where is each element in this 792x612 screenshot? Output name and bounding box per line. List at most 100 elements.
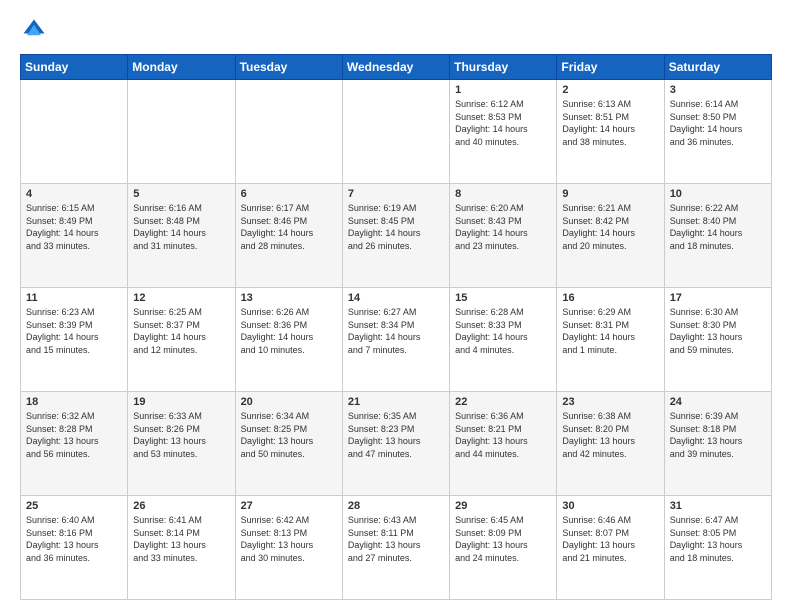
- calendar-cell: 6 Sunrise: 6:17 AM Sunset: 8:46 PM Daylig…: [235, 184, 342, 288]
- day-number: 6: [241, 188, 337, 200]
- day-number: 24: [670, 396, 766, 408]
- day-number: 20: [241, 396, 337, 408]
- calendar-table: SundayMondayTuesdayWednesdayThursdayFrid…: [20, 54, 772, 600]
- calendar-cell: 11Sunrise: 6:23 AM Sunset: 8:39 PM Dayli…: [21, 288, 128, 392]
- calendar-row: 1 Sunrise: 6:12 AM Sunset: 8:53 PM Daylig…: [21, 80, 772, 184]
- day-info: Sunrise: 6:12 AM Sunset: 8:53 PM Dayligh…: [455, 98, 551, 148]
- day-number: 16: [562, 292, 658, 304]
- day-info: Sunrise: 6:30 AM Sunset: 8:30 PM Dayligh…: [670, 306, 766, 356]
- day-number: 5: [133, 188, 229, 200]
- day-number: 9: [562, 188, 658, 200]
- calendar-cell: 8Sunrise: 6:20 AM Sunset: 8:43 PM Daylig…: [450, 184, 557, 288]
- day-info: Sunrise: 6:22 AM Sunset: 8:40 PM Dayligh…: [670, 202, 766, 252]
- day-info: Sunrise: 6:19 AM Sunset: 8:45 PM Dayligh…: [348, 202, 444, 252]
- day-number: 23: [562, 396, 658, 408]
- day-number: 14: [348, 292, 444, 304]
- weekday-header: Wednesday: [342, 55, 449, 80]
- calendar-row: 25 Sunrise: 6:40 AM Sunset: 8:16 PM Dayli…: [21, 496, 772, 600]
- day-number: 10: [670, 188, 766, 200]
- day-info: Sunrise: 6:17 AM Sunset: 8:46 PM Dayligh…: [241, 202, 337, 252]
- day-info: Sunrise: 6:26 AM Sunset: 8:36 PM Dayligh…: [241, 306, 337, 356]
- calendar-cell: 9 Sunrise: 6:21 AM Sunset: 8:42 PM Daylig…: [557, 184, 664, 288]
- day-info: Sunrise: 6:32 AM Sunset: 8:28 PM Dayligh…: [26, 410, 122, 460]
- calendar-cell: 20 Sunrise: 6:34 AM Sunset: 8:25 PM Dayli…: [235, 392, 342, 496]
- day-info: Sunrise: 6:34 AM Sunset: 8:25 PM Dayligh…: [241, 410, 337, 460]
- header: [20, 16, 772, 44]
- calendar-cell: 21Sunrise: 6:35 AM Sunset: 8:23 PM Dayli…: [342, 392, 449, 496]
- day-info: Sunrise: 6:25 AM Sunset: 8:37 PM Dayligh…: [133, 306, 229, 356]
- calendar-row: 18 Sunrise: 6:32 AM Sunset: 8:28 PM Dayli…: [21, 392, 772, 496]
- calendar-row: 11Sunrise: 6:23 AM Sunset: 8:39 PM Dayli…: [21, 288, 772, 392]
- calendar-cell: 2 Sunrise: 6:13 AM Sunset: 8:51 PM Daylig…: [557, 80, 664, 184]
- calendar-cell: 24 Sunrise: 6:39 AM Sunset: 8:18 PM Dayli…: [664, 392, 771, 496]
- day-info: Sunrise: 6:27 AM Sunset: 8:34 PM Dayligh…: [348, 306, 444, 356]
- day-info: Sunrise: 6:13 AM Sunset: 8:51 PM Dayligh…: [562, 98, 658, 148]
- weekday-header: Monday: [128, 55, 235, 80]
- calendar-cell: 27 Sunrise: 6:42 AM Sunset: 8:13 PM Dayli…: [235, 496, 342, 600]
- day-number: 17: [670, 292, 766, 304]
- calendar-cell: 13 Sunrise: 6:26 AM Sunset: 8:36 PM Dayli…: [235, 288, 342, 392]
- page: SundayMondayTuesdayWednesdayThursdayFrid…: [0, 0, 792, 612]
- day-info: Sunrise: 6:33 AM Sunset: 8:26 PM Dayligh…: [133, 410, 229, 460]
- weekday-header: Friday: [557, 55, 664, 80]
- day-number: 28: [348, 500, 444, 512]
- day-info: Sunrise: 6:40 AM Sunset: 8:16 PM Dayligh…: [26, 514, 122, 564]
- calendar-cell: [235, 80, 342, 184]
- day-info: Sunrise: 6:43 AM Sunset: 8:11 PM Dayligh…: [348, 514, 444, 564]
- day-number: 25: [26, 500, 122, 512]
- weekday-header: Tuesday: [235, 55, 342, 80]
- calendar-cell: 29 Sunrise: 6:45 AM Sunset: 8:09 PM Dayli…: [450, 496, 557, 600]
- day-info: Sunrise: 6:15 AM Sunset: 8:49 PM Dayligh…: [26, 202, 122, 252]
- calendar-cell: [342, 80, 449, 184]
- calendar-cell: 30 Sunrise: 6:46 AM Sunset: 8:07 PM Dayli…: [557, 496, 664, 600]
- calendar-cell: 12 Sunrise: 6:25 AM Sunset: 8:37 PM Dayli…: [128, 288, 235, 392]
- day-info: Sunrise: 6:35 AM Sunset: 8:23 PM Dayligh…: [348, 410, 444, 460]
- calendar-header-row: SundayMondayTuesdayWednesdayThursdayFrid…: [21, 55, 772, 80]
- calendar-cell: 5Sunrise: 6:16 AM Sunset: 8:48 PM Daylig…: [128, 184, 235, 288]
- calendar-cell: 22 Sunrise: 6:36 AM Sunset: 8:21 PM Dayli…: [450, 392, 557, 496]
- day-number: 27: [241, 500, 337, 512]
- day-info: Sunrise: 6:23 AM Sunset: 8:39 PM Dayligh…: [26, 306, 122, 356]
- day-number: 22: [455, 396, 551, 408]
- day-number: 19: [133, 396, 229, 408]
- day-info: Sunrise: 6:45 AM Sunset: 8:09 PM Dayligh…: [455, 514, 551, 564]
- weekday-header: Sunday: [21, 55, 128, 80]
- day-number: 29: [455, 500, 551, 512]
- day-number: 12: [133, 292, 229, 304]
- calendar-cell: 10 Sunrise: 6:22 AM Sunset: 8:40 PM Dayli…: [664, 184, 771, 288]
- calendar-cell: 31Sunrise: 6:47 AM Sunset: 8:05 PM Dayli…: [664, 496, 771, 600]
- logo: [20, 16, 52, 44]
- calendar-row: 4 Sunrise: 6:15 AM Sunset: 8:49 PM Daylig…: [21, 184, 772, 288]
- day-number: 1: [455, 84, 551, 96]
- calendar-cell: 28 Sunrise: 6:43 AM Sunset: 8:11 PM Dayli…: [342, 496, 449, 600]
- day-info: Sunrise: 6:42 AM Sunset: 8:13 PM Dayligh…: [241, 514, 337, 564]
- calendar-cell: [21, 80, 128, 184]
- day-number: 18: [26, 396, 122, 408]
- day-info: Sunrise: 6:47 AM Sunset: 8:05 PM Dayligh…: [670, 514, 766, 564]
- day-info: Sunrise: 6:46 AM Sunset: 8:07 PM Dayligh…: [562, 514, 658, 564]
- calendar-cell: 7 Sunrise: 6:19 AM Sunset: 8:45 PM Daylig…: [342, 184, 449, 288]
- day-number: 2: [562, 84, 658, 96]
- day-info: Sunrise: 6:28 AM Sunset: 8:33 PM Dayligh…: [455, 306, 551, 356]
- day-info: Sunrise: 6:20 AM Sunset: 8:43 PM Dayligh…: [455, 202, 551, 252]
- weekday-header: Thursday: [450, 55, 557, 80]
- day-number: 4: [26, 188, 122, 200]
- day-info: Sunrise: 6:41 AM Sunset: 8:14 PM Dayligh…: [133, 514, 229, 564]
- day-info: Sunrise: 6:39 AM Sunset: 8:18 PM Dayligh…: [670, 410, 766, 460]
- calendar-cell: 25 Sunrise: 6:40 AM Sunset: 8:16 PM Dayli…: [21, 496, 128, 600]
- calendar-cell: 1 Sunrise: 6:12 AM Sunset: 8:53 PM Daylig…: [450, 80, 557, 184]
- calendar-cell: [128, 80, 235, 184]
- calendar-cell: 19 Sunrise: 6:33 AM Sunset: 8:26 PM Dayli…: [128, 392, 235, 496]
- weekday-header: Saturday: [664, 55, 771, 80]
- calendar-cell: 3Sunrise: 6:14 AM Sunset: 8:50 PM Daylig…: [664, 80, 771, 184]
- calendar-cell: 26 Sunrise: 6:41 AM Sunset: 8:14 PM Dayli…: [128, 496, 235, 600]
- day-info: Sunrise: 6:38 AM Sunset: 8:20 PM Dayligh…: [562, 410, 658, 460]
- day-number: 30: [562, 500, 658, 512]
- day-info: Sunrise: 6:21 AM Sunset: 8:42 PM Dayligh…: [562, 202, 658, 252]
- logo-icon: [20, 16, 48, 44]
- calendar-cell: 17 Sunrise: 6:30 AM Sunset: 8:30 PM Dayli…: [664, 288, 771, 392]
- day-number: 26: [133, 500, 229, 512]
- day-info: Sunrise: 6:36 AM Sunset: 8:21 PM Dayligh…: [455, 410, 551, 460]
- day-number: 7: [348, 188, 444, 200]
- day-number: 13: [241, 292, 337, 304]
